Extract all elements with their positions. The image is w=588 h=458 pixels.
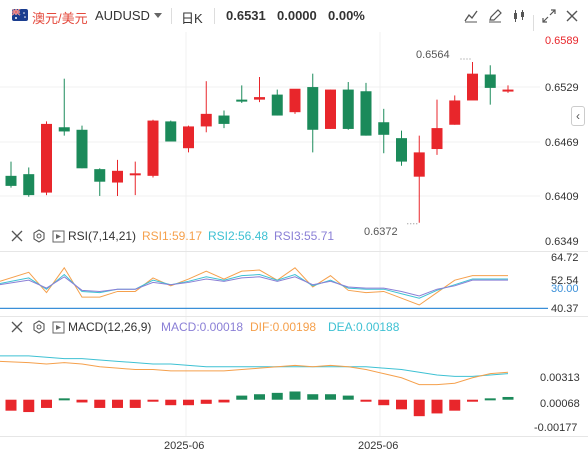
price-axis-label: 0.6589: [545, 35, 579, 47]
candle-body: [307, 87, 319, 130]
chevron-left-icon[interactable]: ‹: [571, 106, 585, 126]
macd-bar: [254, 394, 265, 400]
macd-bar: [431, 399, 443, 414]
rsi-title: RSI(7,14,21): [68, 229, 137, 243]
candle-body: [254, 97, 265, 100]
collapse-icon[interactable]: [52, 321, 65, 334]
rsi-axis-label: 30.00: [551, 283, 579, 295]
pane-divider: [0, 436, 588, 437]
rsi3-value: RSI3:55.71: [274, 229, 335, 243]
macd-bar: [271, 392, 283, 400]
candle-body: [449, 100, 461, 125]
candle-body: [41, 123, 52, 193]
macd-bar: [58, 398, 70, 401]
candle-body: [94, 169, 106, 182]
macd-bar: [360, 399, 372, 402]
candle-body: [378, 122, 390, 135]
pane-divider: [0, 316, 588, 317]
candle-body: [218, 115, 230, 124]
candle-body: [342, 89, 354, 129]
rsi2-value: RSI2:56.48: [208, 229, 269, 243]
dif-value: DIF:0.00198: [250, 320, 317, 334]
macd-lines: [0, 355, 509, 386]
macd-bar: [325, 394, 336, 400]
macd-bar: [413, 399, 425, 417]
dea-value: DEA:0.00188: [328, 320, 400, 334]
macd-bar: [23, 399, 35, 413]
macd-bar: [236, 395, 248, 400]
macd-bar: [183, 399, 194, 406]
candle-body: [431, 128, 443, 150]
candle-body: [502, 89, 514, 92]
rsi-series: [0, 266, 548, 309]
macd-axis-label: 0.00068: [540, 398, 580, 410]
candle-body: [289, 88, 301, 113]
macd-bar: [396, 399, 407, 410]
macd-value: MACD:0.00018: [161, 320, 244, 334]
candle-body: [236, 99, 248, 102]
candle-body: [183, 126, 194, 149]
macd-axis-label: -0.00177: [534, 422, 578, 434]
macd-bar: [129, 399, 141, 408]
macd-bar: [307, 394, 319, 400]
price-axis-label: 0.6469: [545, 137, 579, 149]
dea-line: [0, 355, 509, 377]
low-price-label: 0.6372: [364, 226, 398, 238]
macd-bar: [289, 391, 301, 400]
candle-body: [396, 138, 407, 162]
high-price-label: 0.6564: [416, 49, 450, 61]
candle-body: [112, 170, 123, 183]
macd-bar: [342, 395, 354, 400]
macd-bar: [5, 399, 17, 411]
dif-line: [0, 360, 509, 386]
macd-bar: [467, 399, 478, 402]
macd-axis-label: 0.00313: [540, 372, 580, 384]
macd-bar: [378, 399, 390, 406]
macd-bar: [502, 396, 514, 400]
macd-bar: [484, 398, 496, 401]
candle-body: [76, 129, 88, 169]
candle-body: [271, 94, 283, 116]
rsi-axis-label: 40.37: [551, 303, 579, 315]
candle-body: [325, 89, 336, 129]
macd-title: MACD(12,26,9): [68, 320, 152, 334]
macd-bar: [112, 399, 123, 408]
candle-body: [58, 127, 70, 132]
candle-body: [200, 113, 212, 127]
candle-body: [360, 91, 372, 136]
candle-body: [5, 175, 17, 186]
macd-bar: [218, 399, 230, 403]
gear-icon[interactable]: [32, 229, 46, 243]
collapse-icon[interactable]: [52, 230, 65, 243]
candle-body: [484, 74, 496, 88]
candle-body: [147, 120, 159, 176]
x-axis-label: 2025-06: [358, 440, 399, 452]
macd-bar: [165, 399, 177, 406]
candle-body: [413, 152, 425, 177]
close-icon[interactable]: [10, 320, 24, 334]
macd-bar: [94, 399, 106, 408]
rsi1-value: RSI1:59.17: [142, 229, 203, 243]
gear-icon[interactable]: [32, 320, 46, 334]
x-axis-label: 2025-06: [164, 440, 205, 452]
candle-body: [23, 174, 35, 196]
candle-body: [165, 121, 177, 142]
pane-divider: [0, 251, 588, 252]
macd-bar: [147, 399, 159, 402]
price-axis-label: 0.6409: [545, 191, 579, 203]
macd-bar: [449, 399, 461, 411]
macd-bar: [41, 399, 52, 408]
price-axis-label: 0.6349: [545, 236, 579, 248]
macd-bar: [76, 399, 88, 403]
macd-bar: [200, 399, 212, 404]
candle-body: [467, 73, 478, 101]
candle-body: [129, 173, 141, 176]
macd-histogram: [5, 391, 514, 417]
close-icon[interactable]: [10, 229, 24, 243]
rsi-axis-label: 64.72: [551, 252, 579, 264]
price-axis-label: 0.6529: [545, 82, 579, 94]
